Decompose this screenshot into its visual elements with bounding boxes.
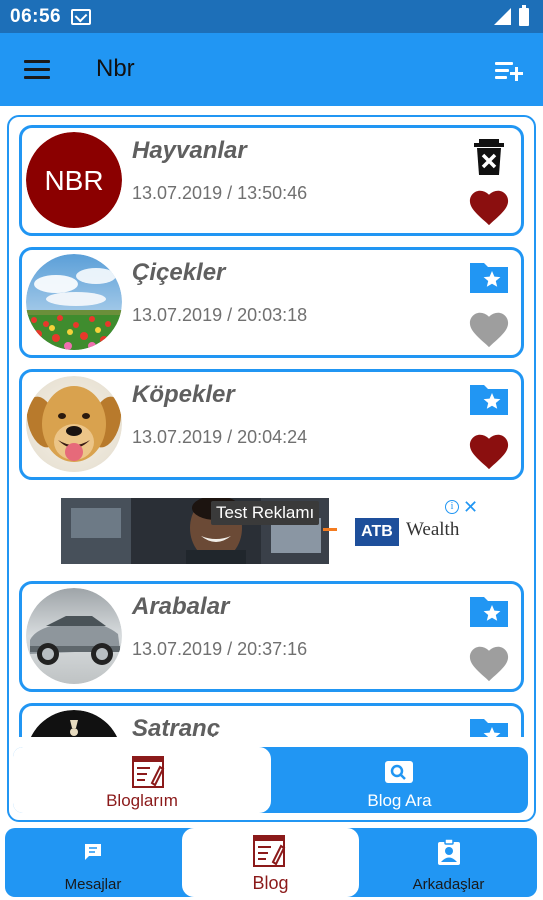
blog-list[interactable]: NBR Hayvanlar 13.07.2019 / 13:50:46 Çiçe… [9, 117, 534, 737]
status-bar: 06:56 [0, 0, 543, 33]
blog-edit-icon [253, 835, 286, 867]
ad-accent-line [323, 528, 337, 531]
blog-avatar [26, 710, 122, 737]
blog-avatar [26, 376, 122, 472]
nav-mesajlar[interactable]: Mesajlar [5, 828, 181, 897]
nav-label: Arkadaşlar [412, 876, 485, 893]
ad-logo: ATB [355, 518, 399, 546]
blog-title: Çiçekler [132, 259, 226, 286]
tab-label: Blog Ara [367, 791, 432, 810]
nav-blog[interactable]: Blog [182, 828, 359, 897]
blog-date: 13.07.2019 / 20:04:24 [132, 427, 308, 447]
signal-icon [494, 8, 511, 25]
heart-icon-liked[interactable] [467, 430, 511, 470]
blog-card[interactable]: Köpekler 13.07.2019 / 20:04:24 [19, 369, 524, 480]
ad-test-label: Test Reklamı [211, 501, 320, 525]
tab-blog-ara[interactable]: Blog Ara [271, 747, 528, 813]
nav-label: Mesajlar [64, 876, 122, 893]
nav-arkadaslar[interactable]: Arkadaşlar [360, 828, 537, 897]
delete-icon[interactable] [468, 135, 510, 175]
blog-title: Arabalar [132, 593, 230, 620]
battery-icon [519, 4, 529, 26]
blog-title: Satranç [132, 715, 221, 737]
app-screen: 06:56 Nbr NBR Hayvanlar 13.07.2019 / 13:… [0, 0, 543, 900]
search-icon [385, 761, 413, 783]
ad-banner[interactable]: Test Reklamı ATB Wealth i ✕ [61, 497, 481, 564]
folder-star-icon[interactable] [468, 591, 510, 631]
heart-icon[interactable] [467, 642, 511, 682]
blog-avatar [26, 254, 122, 350]
blog-avatar [26, 588, 122, 684]
ad-brand: Wealth [406, 519, 460, 540]
playlist-add-icon[interactable] [495, 60, 523, 82]
blog-title: Köpekler [132, 381, 235, 408]
message-icon [85, 844, 101, 860]
blog-title: Hayvanlar [132, 137, 247, 164]
blog-avatar: NBR [26, 132, 122, 228]
status-time: 06:56 [10, 5, 62, 27]
blog-card[interactable]: Çiçekler 13.07.2019 / 20:03:18 [19, 247, 524, 358]
menu-icon[interactable] [24, 60, 50, 80]
ad-close-icon[interactable]: ✕ [463, 497, 478, 518]
folder-star-icon[interactable] [468, 713, 510, 737]
inner-tab-bar: Bloglarım Blog Ara [13, 747, 528, 813]
blog-card[interactable]: Satranç [19, 703, 524, 737]
heart-icon-liked[interactable] [467, 186, 511, 226]
status-indicators [494, 4, 529, 26]
contacts-icon [438, 838, 460, 865]
blog-date: 13.07.2019 / 20:03:18 [132, 305, 308, 325]
blog-panel: NBR Hayvanlar 13.07.2019 / 13:50:46 Çiçe… [7, 115, 536, 822]
blog-edit-icon [132, 756, 165, 788]
folder-star-icon[interactable] [468, 257, 510, 297]
blog-card[interactable]: Arabalar 13.07.2019 / 20:37:16 [19, 581, 524, 692]
blog-date: 13.07.2019 / 20:37:16 [132, 639, 308, 659]
tab-bloglarim[interactable]: Bloglarım [13, 747, 271, 813]
bottom-navigation: Mesajlar Blog Arkadaşlar [5, 828, 537, 897]
folder-star-icon[interactable] [468, 379, 510, 419]
tab-label: Bloglarım [106, 791, 178, 810]
ad-info-icon[interactable]: i [445, 500, 459, 514]
app-bar: Nbr [0, 33, 543, 106]
app-title: Nbr [96, 55, 135, 82]
heart-icon[interactable] [467, 308, 511, 348]
nav-label: Blog [252, 873, 289, 893]
gmail-notification-icon [71, 8, 92, 25]
blog-date: 13.07.2019 / 13:50:46 [132, 183, 308, 203]
avatar-logo-text: NBR [44, 165, 103, 196]
blog-card[interactable]: NBR Hayvanlar 13.07.2019 / 13:50:46 [19, 125, 524, 236]
